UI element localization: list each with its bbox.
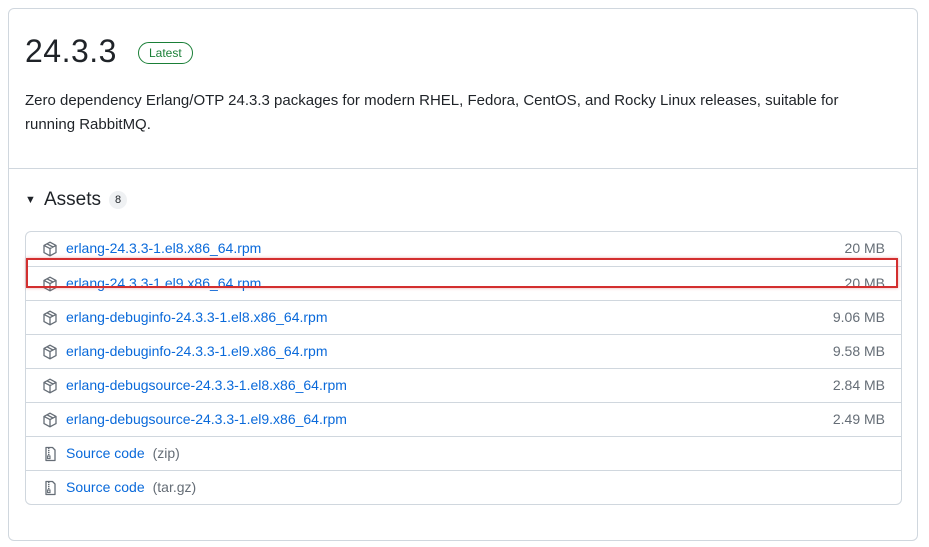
asset-list: erlang-24.3.3-1.el8.x86_64.rpm 20 MB erl… bbox=[25, 231, 902, 505]
file-zip-icon bbox=[45, 480, 56, 496]
asset-row: erlang-debuginfo-24.3.3-1.el8.x86_64.rpm… bbox=[26, 300, 901, 334]
asset-size: 2.84 MB bbox=[832, 377, 885, 393]
asset-link-label: Source code bbox=[66, 445, 145, 461]
source-code-targz-link[interactable]: Source code (tar.gz) bbox=[66, 470, 196, 504]
asset-size: 9.06 MB bbox=[832, 309, 885, 325]
assets-count-badge: 8 bbox=[109, 191, 128, 209]
asset-link[interactable]: erlang-24.3.3-1.el9.x86_64.rpm bbox=[66, 266, 261, 300]
package-icon bbox=[43, 412, 57, 428]
asset-format: (zip) bbox=[152, 445, 180, 461]
asset-size: 2.49 MB bbox=[832, 411, 885, 427]
package-icon bbox=[43, 276, 57, 292]
asset-size: 20 MB bbox=[844, 240, 885, 256]
package-icon bbox=[43, 378, 57, 394]
asset-link[interactable]: erlang-debugsource-24.3.3-1.el9.x86_64.r… bbox=[66, 402, 347, 436]
file-zip-icon bbox=[45, 446, 56, 462]
asset-link[interactable]: erlang-24.3.3-1.el8.x86_64.rpm bbox=[66, 231, 261, 265]
package-icon bbox=[43, 310, 57, 326]
asset-row: Source code (tar.gz) bbox=[26, 470, 901, 504]
asset-row: erlang-debugsource-24.3.3-1.el9.x86_64.r… bbox=[26, 402, 901, 436]
package-icon bbox=[43, 241, 57, 257]
source-code-zip-link[interactable]: Source code (zip) bbox=[66, 436, 180, 470]
release-card: 24.3.3 Latest Zero dependency Erlang/OTP… bbox=[8, 8, 918, 541]
divider bbox=[9, 168, 917, 169]
asset-row: erlang-debuginfo-24.3.3-1.el9.x86_64.rpm… bbox=[26, 334, 901, 368]
latest-badge: Latest bbox=[137, 42, 193, 64]
asset-link[interactable]: erlang-debuginfo-24.3.3-1.el8.x86_64.rpm bbox=[66, 300, 328, 334]
asset-size: 9.58 MB bbox=[832, 343, 885, 359]
assets-title: Assets bbox=[44, 189, 102, 210]
package-icon bbox=[43, 344, 57, 360]
release-header: 24.3.3 Latest bbox=[25, 31, 193, 71]
asset-row: Source code (zip) bbox=[26, 436, 901, 470]
asset-row: erlang-24.3.3-1.el8.x86_64.rpm 20 MB bbox=[26, 232, 901, 266]
triangle-down-icon: ▼ bbox=[25, 194, 36, 206]
assets-toggle[interactable]: ▼ Assets 8 bbox=[25, 189, 128, 211]
asset-link-label: Source code bbox=[66, 479, 145, 495]
asset-row: erlang-debugsource-24.3.3-1.el8.x86_64.r… bbox=[26, 368, 901, 402]
asset-link[interactable]: erlang-debugsource-24.3.3-1.el8.x86_64.r… bbox=[66, 368, 347, 402]
release-version[interactable]: 24.3.3 bbox=[25, 31, 117, 71]
asset-size: 20 MB bbox=[844, 275, 885, 291]
asset-row: erlang-24.3.3-1.el9.x86_64.rpm 20 MB bbox=[26, 266, 901, 300]
asset-link[interactable]: erlang-debuginfo-24.3.3-1.el9.x86_64.rpm bbox=[66, 334, 328, 368]
asset-format: (tar.gz) bbox=[152, 479, 197, 495]
release-description: Zero dependency Erlang/OTP 24.3.3 packag… bbox=[25, 92, 839, 133]
